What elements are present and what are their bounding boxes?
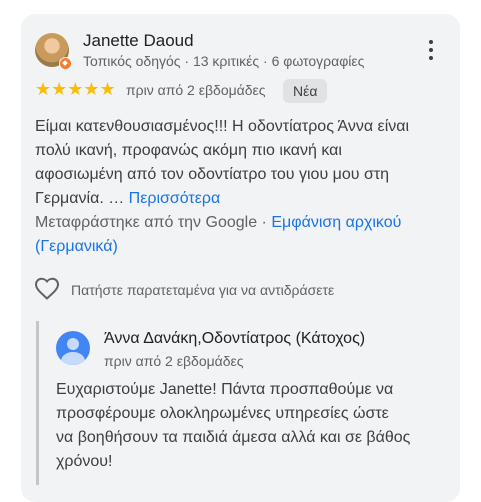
- more-link[interactable]: Περισσότερα: [129, 190, 221, 207]
- owner-reply-line: προσφέρουμε ολοκληρωμένες υπηρεσίες ώστε: [56, 405, 389, 422]
- owner-reply-text: Ευχαριστούμε Janette! Πάντα προσπαθούμε …: [56, 378, 456, 474]
- new-badge: Νέα: [283, 79, 328, 103]
- reviewer-name[interactable]: Janette Daoud: [83, 31, 194, 51]
- star-rating: ★★★★★: [35, 79, 116, 99]
- translation-note-line: Μεταφράστηκε από την Google · Εμφάνιση α…: [35, 211, 455, 235]
- owner-reply-line: χρόνου!: [56, 453, 113, 470]
- review-date: πριν από 2 εβδομάδες: [126, 82, 266, 98]
- show-original-language[interactable]: (Γερμανικά): [35, 235, 455, 259]
- reply-divider: [36, 321, 39, 485]
- reviewer-avatar[interactable]: [35, 33, 72, 70]
- heart-outline-icon[interactable]: [34, 277, 60, 301]
- owner-name: Άννα Δανάκη,Οδοντίατρος (Κάτοχος): [104, 330, 366, 347]
- owner-reply-line: να βοηθήσουν τα παιδιά άμεσα αλλά και σε…: [56, 429, 411, 446]
- translation-note: Μεταφράστηκε από την Google · Εμφάνιση α…: [35, 211, 455, 259]
- person-icon: [56, 331, 90, 365]
- more-vert-icon[interactable]: [423, 38, 439, 62]
- owner-reply-date: πριν από 2 εβδομάδες: [104, 353, 244, 369]
- local-guide-badge-icon: [59, 57, 72, 70]
- review-text: Είμαι κατενθουσιασμένος!!! Η οδοντίατρος…: [35, 115, 450, 211]
- reviewer-meta: Τοπικός οδηγός · 13 κριτικές · 6 φωτογρα…: [83, 53, 365, 69]
- owner-reply-line: Ευχαριστούμε Janette! Πάντα προσπαθούμε …: [56, 381, 394, 398]
- react-hint: Πατήστε παρατεταμένα για να αντιδράσετε: [71, 282, 335, 298]
- review-text-line: Γερμανία. … Περισσότερα: [35, 187, 450, 211]
- review-text-line: Είμαι κατενθουσιασμένος!!! Η οδοντίατρος…: [35, 118, 410, 135]
- review-text-tail: Γερμανία. …: [35, 190, 129, 207]
- translated-by-google: Μεταφράστηκε από την Google ·: [35, 214, 272, 231]
- review-text-line: πολύ ικανή, προφανώς ακόμη πιο ικανή και: [35, 142, 342, 159]
- review-text-line: αφοσιωμένη από τον οδοντίατρο του γιου μ…: [35, 166, 390, 183]
- show-original-link[interactable]: Εμφάνιση αρχικού: [271, 214, 401, 231]
